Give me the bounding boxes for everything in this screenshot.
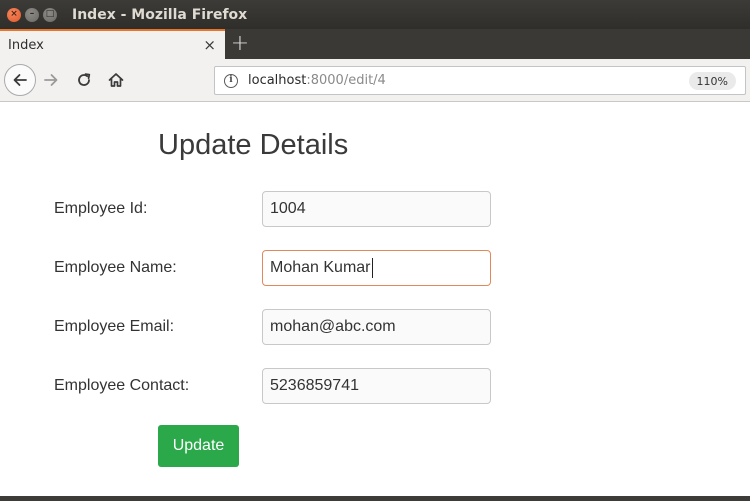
url-host: localhost [248, 73, 307, 88]
window-maximize-button[interactable]: □ [43, 7, 57, 22]
tab-index[interactable]: Index × [0, 29, 225, 59]
back-button[interactable] [4, 64, 36, 96]
navigation-toolbar: i localhost:8000/edit/4 110% [0, 59, 750, 102]
employee-email-value: mohan@abc.com [270, 318, 396, 335]
back-arrow-icon [13, 74, 27, 86]
employee-email-label: Employee Email: [54, 318, 175, 335]
update-button[interactable]: Update [158, 425, 239, 467]
window-bottom-border [0, 496, 750, 501]
window-controls: × – □ [7, 7, 57, 22]
employee-contact-label: Employee Contact: [54, 377, 190, 394]
window-title: Index - Mozilla Firefox [72, 6, 248, 23]
site-info-icon[interactable]: i [224, 73, 238, 88]
window-minimize-button[interactable]: – [25, 7, 39, 22]
page-content: Update Details Employee Id: 1004 Employe… [0, 103, 750, 496]
zoom-level-badge[interactable]: 110% [688, 72, 736, 90]
employee-name-field[interactable]: Mohan Kumar [262, 250, 491, 286]
employee-id-field[interactable]: 1004 [262, 191, 491, 227]
home-button[interactable] [106, 70, 126, 90]
tab-close-icon[interactable]: × [203, 37, 216, 53]
home-icon [108, 73, 124, 87]
employee-id-value: 1004 [270, 200, 306, 217]
window-titlebar: × – □ Index - Mozilla Firefox [0, 0, 750, 29]
forward-arrow-icon [44, 74, 58, 86]
new-tab-button[interactable]: + [225, 29, 255, 59]
page-title: Update Details [158, 129, 349, 161]
employee-email-field[interactable]: mohan@abc.com [262, 309, 491, 345]
employee-contact-value: 5236859741 [270, 377, 359, 394]
url-bar[interactable]: i localhost:8000/edit/4 110% [214, 66, 746, 95]
window-close-button[interactable]: × [7, 7, 21, 22]
forward-button[interactable] [41, 70, 61, 90]
reload-icon [78, 73, 91, 86]
employee-id-label: Employee Id: [54, 200, 148, 217]
reload-button[interactable] [74, 70, 94, 90]
employee-contact-field[interactable]: 5236859741 [262, 368, 491, 404]
url-text[interactable]: localhost:8000/edit/4 [248, 73, 386, 88]
text-caret [371, 258, 373, 278]
tab-strip: Index × + [0, 29, 750, 59]
employee-name-value: Mohan Kumar [270, 259, 371, 276]
employee-name-label: Employee Name: [54, 259, 177, 276]
tab-label: Index [8, 37, 44, 53]
url-path: :8000/edit/4 [306, 73, 386, 88]
